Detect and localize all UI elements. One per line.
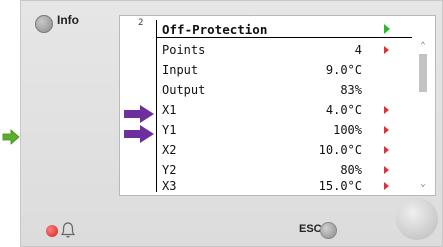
param-label: Points [162, 43, 206, 57]
param-value: 15.0°C [318, 179, 362, 193]
param-label: X3 [162, 179, 177, 193]
scroll-up-icon[interactable]: ⌃ [418, 41, 428, 51]
param-value: 80% [340, 163, 362, 177]
param-value: 4 [354, 43, 362, 57]
scrollbar-thumb[interactable] [419, 54, 427, 92]
header-forward-arrow-icon[interactable] [384, 24, 390, 34]
menu-divider-vertical [156, 20, 157, 192]
param-row-points[interactable]: Points 4 [162, 40, 412, 60]
menu-level-number: 2 [138, 18, 144, 28]
edit-arrow-icon[interactable] [384, 46, 389, 54]
param-value: 4.0°C [325, 103, 362, 117]
param-value: 83% [340, 83, 362, 97]
info-button[interactable] [35, 15, 53, 33]
param-row-x1[interactable]: X1 4.0°C [162, 100, 412, 120]
param-row-y1[interactable]: Y1 100% [162, 120, 412, 140]
param-row-output: Output 83% [162, 80, 412, 100]
bell-icon[interactable] [60, 221, 76, 239]
edit-arrow-icon[interactable] [384, 106, 389, 114]
edit-arrow-icon[interactable] [384, 182, 389, 190]
scroll-down-icon[interactable]: ⌄ [418, 179, 428, 189]
param-value: 10.0°C [318, 143, 362, 157]
param-label: Y1 [162, 123, 177, 137]
param-value: 9.0°C [325, 63, 362, 77]
param-row-input: Input 9.0°C [162, 60, 412, 80]
header-divider [156, 37, 412, 38]
param-label: Output [162, 83, 206, 97]
esc-button[interactable] [320, 222, 337, 239]
alarm-led [46, 225, 58, 237]
param-label: X1 [162, 103, 177, 117]
navigate-right-arrow-icon[interactable] [2, 128, 20, 146]
controller-panel: Info 2 Off-Protection Points 4 Input 9.0… [20, 0, 443, 247]
display-screen: 2 Off-Protection Points 4 Input 9.0°C Ou… [119, 15, 436, 196]
info-label: Info [57, 13, 79, 27]
param-label: Input [162, 63, 199, 77]
param-value: 100% [333, 123, 362, 137]
edit-arrow-icon[interactable] [384, 146, 389, 154]
highlight-arrow-icon [124, 125, 154, 143]
edit-arrow-icon[interactable] [384, 166, 389, 174]
screen-title: Off-Protection [162, 22, 268, 37]
param-row-x3[interactable]: X3 15.0°C [162, 176, 412, 196]
param-label: Y2 [162, 163, 177, 177]
ok-button[interactable] [396, 198, 438, 240]
highlight-arrow-icon [124, 105, 154, 123]
param-label: X2 [162, 143, 177, 157]
edit-arrow-icon[interactable] [384, 126, 389, 134]
param-row-x2[interactable]: X2 10.0°C [162, 140, 412, 160]
esc-label: ESC [299, 223, 322, 235]
